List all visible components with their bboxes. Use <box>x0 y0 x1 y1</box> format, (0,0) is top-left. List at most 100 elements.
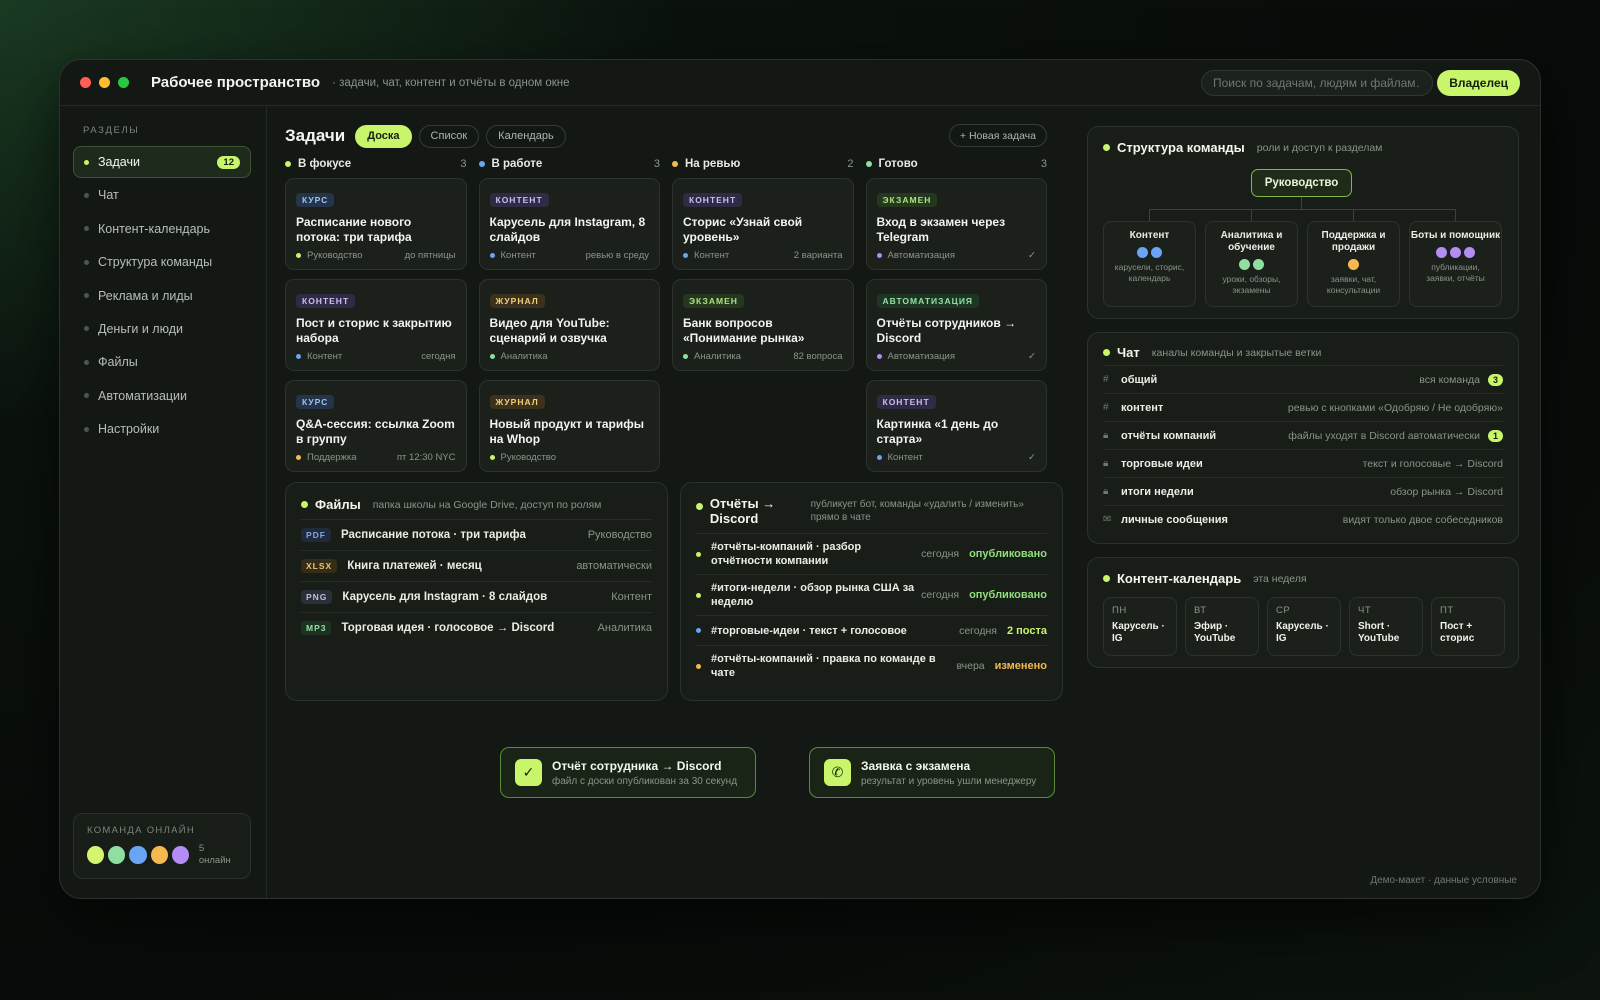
calendar-event: Short · YouTube <box>1358 621 1400 644</box>
task-tag: КУРС <box>296 193 335 207</box>
report-time: сегодня <box>921 548 960 560</box>
task-card[interactable]: ЭКЗАМЕН Вход в экзамен через Telegram Авто… <box>865 178 1047 270</box>
channel-row[interactable]: # контент ревью с кнопками «Одобряю / Не о… <box>1103 393 1503 421</box>
sidebar-item-label: Контент-календарь <box>98 221 211 236</box>
org-group-node[interactable]: Контент карусели, сторис, календарь <box>1103 221 1196 307</box>
sidebar-item[interactable]: Деньги и люди <box>73 313 251 345</box>
sidebar-item[interactable]: Чат <box>73 179 251 211</box>
notification-toast[interactable]: ✆ Заявка с экзамена результат и уровень уш… <box>809 747 1055 798</box>
sidebar-item-label: Чат <box>98 188 119 203</box>
org-group-node[interactable]: Аналитика и обучение уроки, обзоры, экзам… <box>1205 221 1298 307</box>
avatar[interactable] <box>108 846 126 864</box>
task-title: Расписание нового потока: три тарифа <box>296 215 412 244</box>
view-tab-list[interactable]: Список <box>418 124 480 148</box>
org-connector <box>1353 209 1354 221</box>
view-tab-board[interactable]: Доска <box>355 124 412 148</box>
channel-row[interactable]: # общий вся команда 3 <box>1103 365 1503 393</box>
calendar-day-name: СР <box>1276 605 1291 616</box>
column-title: В работе <box>491 158 543 170</box>
calendar-title: Контент-календарь <box>1117 571 1242 586</box>
calendar-day[interactable]: СР Карусель · IG <box>1267 597 1341 656</box>
nav-dot <box>84 359 89 365</box>
structure-header: Структура команды роли и доступ к раздел… <box>1103 140 1503 155</box>
calendar-event: Пост + сторис <box>1440 621 1475 644</box>
view-tab-calendar[interactable]: Календарь <box>486 124 566 148</box>
org-group-node[interactable]: Боты и помощник публикации, заявки, отчёт… <box>1409 221 1502 307</box>
channel-name: торговые идеи <box>1121 457 1203 470</box>
calendar-day[interactable]: ВТ Эфир · YouTube <box>1185 597 1259 656</box>
minimize-window-dot[interactable] <box>99 77 110 88</box>
sidebar-item[interactable]: Автоматизации <box>73 380 251 412</box>
avatar[interactable] <box>150 846 168 864</box>
channel-row[interactable]: ✉ личные сообщения видят только двое собес… <box>1103 505 1503 533</box>
channel-row[interactable]: 🔒︎ торговые идеи текст и голосовые → Disco… <box>1103 449 1503 477</box>
calendar-day[interactable]: ЧТ Short · YouTube <box>1349 597 1423 656</box>
org-group-desc: уроки, обзоры, экзамены <box>1222 274 1281 295</box>
org-group-members <box>1308 259 1399 270</box>
report-text: #итоги-недели · обзор рынка США за недел… <box>711 582 915 608</box>
avatar[interactable] <box>87 846 105 864</box>
owner-dot <box>296 455 301 460</box>
report-row[interactable]: #отчёты-компаний · разбор отчётности ком… <box>696 533 1047 574</box>
task-card[interactable]: КУРС Расписание нового потока: три тарифа… <box>285 178 467 270</box>
task-title: Отчёты сотрудников → Discord <box>876 316 1017 345</box>
channel-name: отчёты компаний <box>1121 429 1217 442</box>
calendar-day[interactable]: ПН Карусель · IG <box>1103 597 1177 656</box>
sidebar-item[interactable]: Задачи 12 <box>73 146 251 178</box>
channel-row[interactable]: 🔒︎ отчёты компаний файлы уходят в Discord … <box>1103 421 1503 449</box>
file-row[interactable]: XLSX Книга платежей · месяц автоматически <box>301 550 652 581</box>
calendar-event: Карусель · IG <box>1276 621 1329 644</box>
org-group-name: Боты и помощник <box>1410 230 1501 241</box>
maximize-window-dot[interactable] <box>118 77 129 88</box>
org-group-desc: публикации, заявки, отчёты <box>1426 262 1485 283</box>
avatar[interactable] <box>171 846 189 864</box>
task-title: Сторис «Узнай свой уровень» <box>683 215 803 244</box>
member-dot <box>1436 247 1447 258</box>
task-card[interactable]: ЭКЗАМЕН Банк вопросов «Понимание рынка» Ан… <box>672 279 854 371</box>
task-card[interactable]: КОНТЕНТ Карусель для Instagram, 8 слайдов… <box>478 178 660 270</box>
chat-title: Чат <box>1117 345 1140 360</box>
task-card[interactable]: КОНТЕНТ Пост и сторис к закрытию набора Ко… <box>285 279 467 371</box>
sidebar-item[interactable]: Настройки <box>73 413 251 445</box>
channel-name: контент <box>1121 401 1164 414</box>
task-owner: Контент <box>887 452 923 463</box>
new-task-button[interactable]: + Новая задача <box>948 124 1047 147</box>
calendar-day[interactable]: ПТ Пост + сторис <box>1431 597 1505 656</box>
task-tag: КОНТЕНТ <box>876 395 936 409</box>
org-root-node[interactable]: Руководство <box>1251 169 1352 197</box>
search-input[interactable] <box>1201 70 1433 96</box>
sidebar-item[interactable]: Файлы <box>73 346 251 378</box>
files-title: Файлы <box>315 497 361 512</box>
report-row[interactable]: #отчёты-компаний · правка по команде в ч… <box>696 645 1047 686</box>
task-card[interactable]: АВТОМАТИЗАЦИЯ Отчёты сотрудников → Discor… <box>865 279 1047 371</box>
task-card[interactable]: КУРС Q&A-сессия: ссылка Zoom в группу Подд… <box>285 380 467 472</box>
sidebar-item[interactable]: Контент-календарь <box>73 213 251 245</box>
owner-role-button[interactable]: Владелец <box>1437 70 1520 96</box>
envelope-icon: ✉ <box>1103 514 1112 525</box>
org-connector <box>1149 209 1455 210</box>
file-row[interactable]: PDF Расписание потока · три тарифа Руковод… <box>301 519 652 550</box>
avatar[interactable] <box>129 846 147 864</box>
channel-desc: вся команда <box>1419 373 1480 386</box>
report-row[interactable]: #торговые-идеи · текст + голосовое сегодн… <box>696 615 1047 645</box>
toast-subtitle: файл с доски опубликован за 30 секунд <box>552 775 738 787</box>
close-window-dot[interactable] <box>80 77 91 88</box>
app-subtitle: · задачи, чат, контент и отчёты в одном … <box>332 76 570 89</box>
notification-toast[interactable]: ✓ Отчёт сотрудника → Discord файл с доски … <box>500 747 756 798</box>
owner-dot <box>683 354 688 359</box>
file-row[interactable]: PNG Карусель для Instagram · 8 слайдов Кон… <box>301 581 652 612</box>
report-row[interactable]: #итоги-недели · обзор рынка США за недел… <box>696 574 1047 615</box>
reports-dot <box>696 503 703 510</box>
task-card[interactable]: КОНТЕНТ Картинка «1 день до старта» Контен… <box>865 380 1047 472</box>
file-row[interactable]: MP3 Торговая идея · голосовое → Discord Ан… <box>301 612 652 643</box>
task-card[interactable]: ЖУРНАЛ Новый продукт и тарифы на Whop Руко… <box>478 380 660 472</box>
task-card[interactable]: ЖУРНАЛ Видео для YouTube: сценарий и озву… <box>478 279 660 371</box>
sidebar-item[interactable]: Реклама и лиды <box>73 280 251 312</box>
task-title: Карусель для Instagram, 8 слайдов <box>489 215 646 244</box>
report-status: опубликовано <box>969 589 1047 601</box>
task-title: Банк вопросов «Понимание рынка» <box>683 316 805 345</box>
task-card[interactable]: КОНТЕНТ Сторис «Узнай свой уровень» Контен… <box>672 178 854 270</box>
sidebar-item[interactable]: Структура команды <box>73 246 251 278</box>
org-group-node[interactable]: Поддержка и продажи заявки, чат, консульт… <box>1307 221 1400 307</box>
channel-row[interactable]: 🔒︎ итоги недели обзор рынка → Discord <box>1103 477 1503 505</box>
